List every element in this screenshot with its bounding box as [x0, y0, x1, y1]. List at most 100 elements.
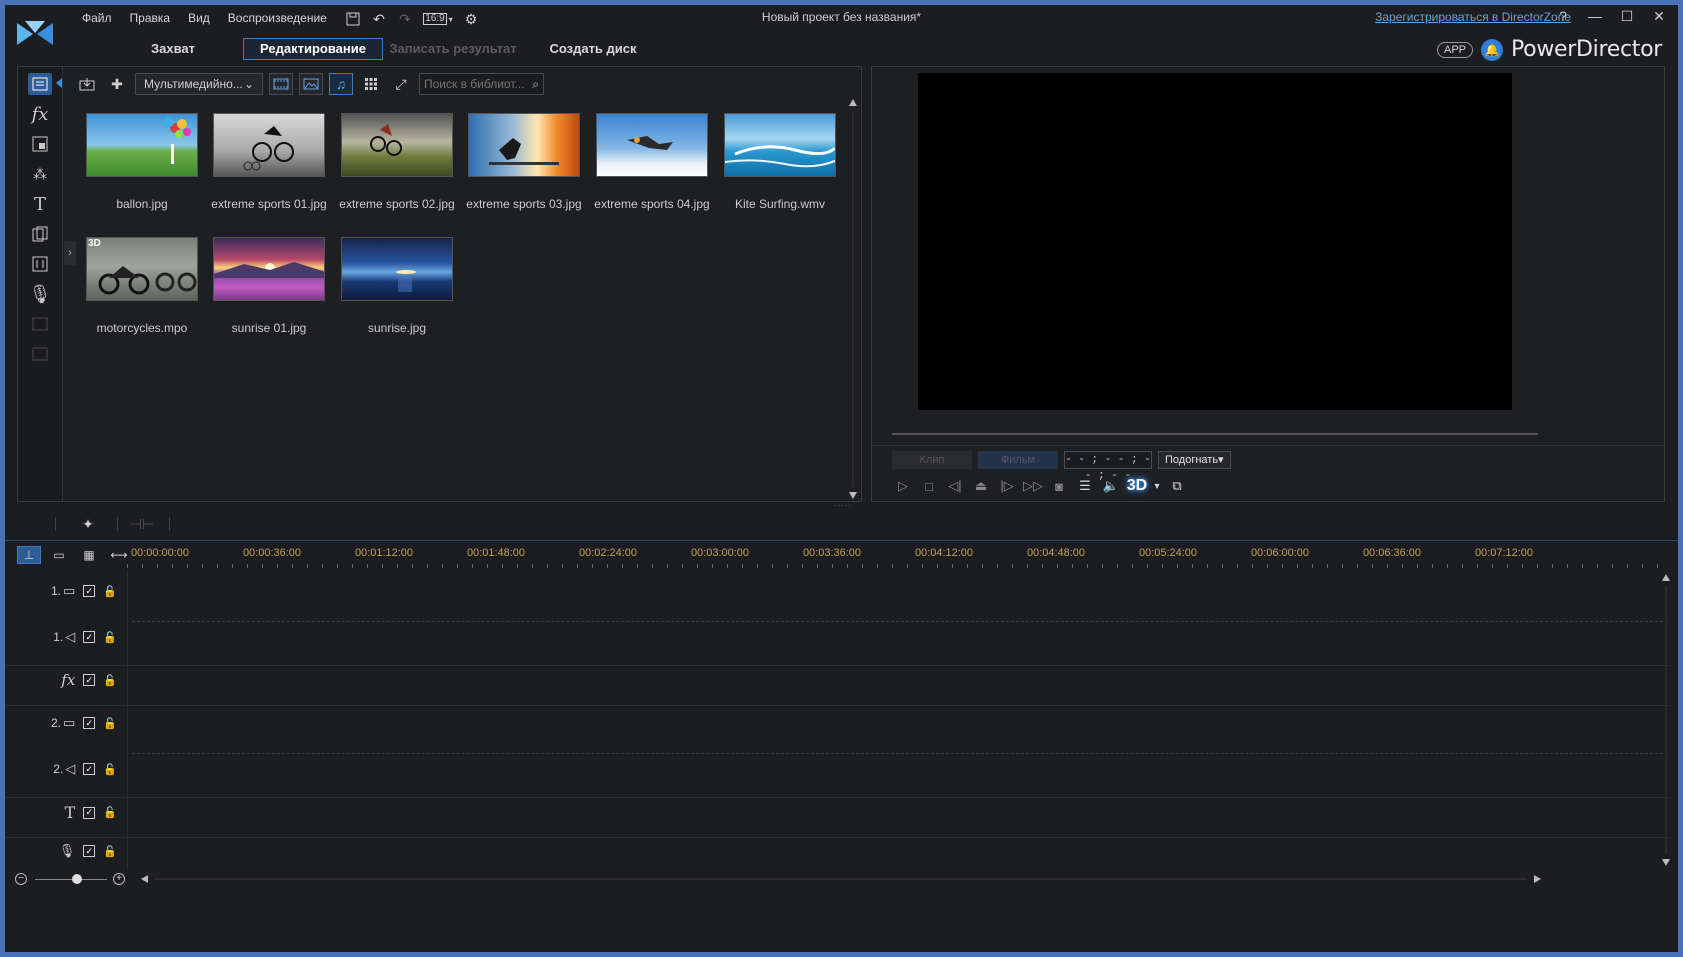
filter-image-icon[interactable] [299, 73, 323, 95]
undock-preview-icon[interactable]: ⧉ [1166, 476, 1188, 496]
lock-icon[interactable]: 🔓 [103, 763, 117, 776]
lock-icon[interactable]: 🔓 [103, 717, 117, 730]
title-room-icon[interactable]: T [28, 193, 52, 215]
media-filter-dropdown[interactable]: Мультимедийно... ⌄ [135, 73, 263, 95]
pip-objects-room-icon[interactable] [28, 133, 52, 155]
media-item[interactable]: 3D motorcycles.mpo [86, 237, 200, 335]
fast-forward-icon[interactable]: ▷▷ [1022, 476, 1044, 496]
chevron-down-icon[interactable]: ▾ [1152, 476, 1162, 496]
minimize-button[interactable]: — [1586, 8, 1604, 25]
lock-icon[interactable]: 🔓 [103, 631, 117, 644]
add-track-icon[interactable]: ▦ [77, 546, 101, 564]
zoom-slider-thumb[interactable] [72, 874, 82, 884]
preview-scrubber[interactable] [892, 433, 1538, 435]
track-enable-checkbox[interactable]: ✓ [83, 763, 96, 775]
media-thumbnail[interactable] [468, 113, 580, 177]
redo-icon[interactable]: ↷ [395, 10, 415, 28]
timeline-ruler[interactable]: 00:00:00:00 00:00:36:00 00:01:12:00 00:0… [127, 541, 1660, 569]
library-search-input[interactable] [424, 77, 524, 91]
media-item[interactable]: Kite Surfing.wmv [724, 113, 838, 211]
view-mode-grid-icon[interactable] [359, 73, 383, 95]
scroll-left-arrow-icon[interactable] [141, 875, 148, 883]
directorzone-register-link[interactable]: Зарегистрироваться в DirectorZone [1375, 10, 1571, 24]
track-enable-checkbox[interactable]: ✓ [83, 845, 96, 857]
voice-over-room-icon[interactable]: 🎙 [28, 283, 52, 305]
scroll-down-arrow-icon[interactable] [849, 492, 857, 499]
media-thumbnail[interactable] [596, 113, 708, 177]
tab-edit[interactable]: Редактирование [243, 38, 383, 60]
menu-view[interactable]: Вид [179, 10, 219, 26]
scroll-right-arrow-icon[interactable] [1534, 875, 1541, 883]
transition-room-icon[interactable] [28, 223, 52, 245]
scroll-track[interactable] [155, 878, 1527, 880]
timeline-horizontal-scrollbar[interactable] [141, 874, 1541, 884]
media-thumbnail[interactable] [341, 237, 453, 301]
timeline-view-icon[interactable]: ⊥ [17, 546, 41, 564]
tab-capture[interactable]: Захват [103, 38, 243, 60]
next-frame-icon[interactable]: |▷ [996, 476, 1018, 496]
stop-icon[interactable]: □ [918, 476, 940, 496]
media-thumbnail[interactable] [213, 113, 325, 177]
snapshot-camera-icon[interactable]: ◙ [1048, 476, 1070, 496]
maximize-button[interactable]: ☐ [1618, 8, 1636, 25]
volume-icon[interactable]: 🔈 [1100, 476, 1122, 496]
split-marker-icon[interactable]: ⏏ [970, 476, 992, 496]
stereo-3d-toggle[interactable]: 3D [1126, 476, 1148, 496]
filter-video-icon[interactable] [269, 73, 293, 95]
scroll-track[interactable] [1665, 586, 1667, 854]
media-item[interactable]: sunrise.jpg [341, 237, 455, 335]
scroll-up-arrow-icon[interactable] [1662, 574, 1670, 581]
timecode-field[interactable]: - - ; - - ; - - ; - - [1064, 451, 1152, 482]
zoom-in-icon[interactable]: + [113, 873, 125, 885]
zoom-slider-track[interactable] [35, 879, 107, 880]
track-enable-checkbox[interactable]: ✓ [83, 717, 96, 729]
close-button[interactable]: ✕ [1650, 8, 1668, 25]
play-icon[interactable]: ▷ [892, 476, 914, 496]
menu-edit[interactable]: Правка [121, 10, 180, 26]
scroll-track[interactable] [852, 111, 854, 487]
media-item[interactable]: extreme sports 03.jpg [466, 113, 582, 211]
media-item[interactable]: extreme sports 02.jpg [339, 113, 455, 211]
notification-bell-icon[interactable]: 🔔 [1481, 38, 1503, 61]
help-button[interactable]: ? [1554, 8, 1572, 25]
storyboard-view-icon[interactable]: ▭ [47, 546, 71, 564]
lock-icon[interactable]: 🔓 [103, 674, 117, 687]
media-item[interactable]: sunrise 01.jpg [213, 237, 327, 335]
undo-icon[interactable]: ↶ [369, 10, 389, 28]
audio-mixing-room-icon[interactable] [28, 253, 52, 275]
media-thumbnail[interactable] [86, 113, 198, 177]
subtitle-list-icon[interactable]: ☰ [1074, 476, 1096, 496]
fit-zoom-dropdown[interactable]: Подогнать▾ [1158, 451, 1231, 469]
track-enable-checkbox[interactable]: ✓ [83, 631, 96, 643]
tab-create-disc[interactable]: Создать диск [523, 38, 663, 60]
library-scrollbar[interactable] [849, 99, 859, 499]
lock-icon[interactable]: 🔓 [103, 585, 117, 598]
menu-file[interactable]: Файл [73, 10, 121, 26]
scroll-down-arrow-icon[interactable] [1662, 859, 1670, 866]
media-thumbnail[interactable]: 3D [86, 237, 198, 301]
media-thumbnail[interactable] [724, 113, 836, 177]
filter-audio-icon[interactable]: ♫ [329, 73, 353, 95]
timeline-vertical-scrollbar[interactable] [1662, 574, 1672, 866]
lock-icon[interactable]: 🔓 [103, 806, 117, 819]
particle-room-icon[interactable]: ⁂ [28, 163, 52, 185]
media-item[interactable]: ballon.jpg [86, 113, 200, 211]
fx-room-icon[interactable]: fx [28, 103, 52, 125]
expand-library-button[interactable]: › [64, 241, 76, 265]
media-item[interactable]: extreme sports 04.jpg [594, 113, 710, 211]
scroll-up-arrow-icon[interactable] [849, 99, 857, 106]
media-thumbnail[interactable] [213, 237, 325, 301]
aspect-ratio-button[interactable]: 16:9 ▾ [421, 10, 455, 28]
save-icon[interactable] [343, 10, 363, 28]
import-media-icon[interactable] [75, 73, 99, 95]
settings-gear-icon[interactable]: ⚙ [461, 10, 481, 28]
track-enable-checkbox[interactable]: ✓ [83, 674, 96, 686]
previous-frame-icon[interactable]: ◁| [944, 476, 966, 496]
plugins-puzzle-icon[interactable]: ✚ [105, 73, 129, 95]
media-thumbnail[interactable] [341, 113, 453, 177]
search-icon[interactable]: ⌕ [532, 77, 539, 92]
magic-tools-icon[interactable]: ✦ [78, 515, 98, 533]
media-item[interactable]: extreme sports 01.jpg [211, 113, 327, 211]
track-enable-checkbox[interactable]: ✓ [83, 806, 96, 819]
expand-view-icon[interactable]: ⤢ [389, 73, 413, 95]
